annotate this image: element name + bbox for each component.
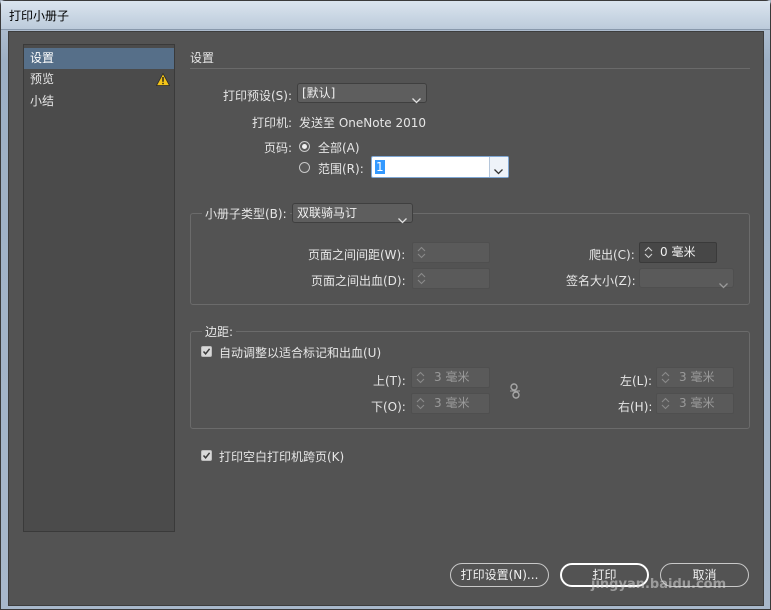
sidebar-item-setup[interactable]: 设置 <box>24 48 174 69</box>
preset-label: 打印预设(S): <box>223 89 293 103</box>
margin-bottom-label: 下(O): <box>371 400 406 414</box>
range-value: 1 <box>375 160 385 174</box>
sidebar-item-label: 预览 <box>30 72 55 86</box>
pages-label: 页码: <box>264 141 293 155</box>
preset-value: [默认] <box>302 86 336 100</box>
bleed-between-stepper[interactable] <box>412 268 490 289</box>
range-label[interactable]: 范围(R): <box>318 160 364 177</box>
space-between-label: 页面之间间距(W): <box>308 248 406 262</box>
signature-size-dropdown[interactable] <box>639 268 734 289</box>
signature-size-label: 签名大小(Z): <box>566 274 636 288</box>
auto-adjust-checkbox[interactable] <box>201 346 212 357</box>
sidebar-item-summary[interactable]: 小结 <box>24 91 174 112</box>
chevron-down-icon <box>494 164 503 178</box>
chevron-down-icon <box>398 211 407 229</box>
bleed-between-label: 页面之间出血(D): <box>311 274 406 288</box>
print-button[interactable]: 打印 <box>560 563 649 587</box>
cancel-button[interactable]: 取消 <box>660 563 749 587</box>
sidebar-item-preview[interactable]: 预览 <box>24 69 174 90</box>
margin-bottom-stepper[interactable]: 3 毫米 <box>411 393 490 414</box>
stepper-arrows-icon[interactable] <box>417 272 426 291</box>
margin-right-label: 右(H): <box>618 400 653 414</box>
chain-link-broken-icon[interactable] <box>508 383 522 402</box>
chevron-down-icon <box>412 91 421 109</box>
stepper-arrows-icon[interactable] <box>644 246 653 265</box>
margin-top-stepper[interactable]: 3 毫米 <box>411 367 490 388</box>
auto-adjust-label[interactable]: 自动调整以适合标记和出血(U) <box>219 344 381 361</box>
booklet-type-dropdown[interactable]: 双联骑马订 <box>292 203 413 224</box>
creep-stepper[interactable]: 0 毫米 <box>639 242 717 263</box>
margin-right-stepper[interactable]: 3 毫米 <box>656 393 734 414</box>
dialog-window: 打印小册子 设置 预览 小结 设置 打印预设(S): [默认] 打印机: 发送至… <box>0 0 771 610</box>
creep-value: 0 毫米 <box>660 245 696 259</box>
sidebar-item-label: 设置 <box>30 51 55 65</box>
window-title: 打印小册子 <box>9 9 70 23</box>
preset-dropdown[interactable]: [默认] <box>297 83 427 104</box>
stepper-arrows-icon[interactable] <box>661 371 670 390</box>
margin-top-label: 上(T): <box>373 374 406 388</box>
print-blank-spreads-checkbox[interactable] <box>201 450 212 461</box>
margin-right-value: 3 毫米 <box>679 396 715 410</box>
stepper-arrows-icon[interactable] <box>661 397 670 416</box>
print-setup-button[interactable]: 打印设置(N)... <box>450 563 549 587</box>
margin-left-stepper[interactable]: 3 毫米 <box>656 367 734 388</box>
chevron-down-icon <box>719 276 728 294</box>
margin-bottom-value: 3 毫米 <box>434 396 470 410</box>
creep-label: 爬出(C): <box>589 248 635 262</box>
printer-value: 发送至 OneNote 2010 <box>299 116 427 130</box>
margin-left-value: 3 毫米 <box>679 370 715 384</box>
range-radio[interactable] <box>299 162 310 173</box>
sidebar: 设置 预览 小结 <box>23 44 175 532</box>
stepper-arrows-icon[interactable] <box>416 397 425 416</box>
margin-left-label: 左(L): <box>620 374 653 388</box>
range-dropdown-button[interactable] <box>489 157 508 177</box>
space-between-stepper[interactable] <box>412 242 490 263</box>
section-divider <box>190 68 750 69</box>
all-pages-radio[interactable] <box>299 141 310 152</box>
section-title: 设置 <box>190 51 215 65</box>
dialog-body: 设置 预览 小结 设置 打印预设(S): [默认] 打印机: 发送至 OneNo… <box>8 31 764 606</box>
print-blank-spreads-label[interactable]: 打印空白打印机跨页(K) <box>219 448 344 465</box>
all-pages-label[interactable]: 全部(A) <box>318 139 360 156</box>
booklet-type-value: 双联骑马订 <box>297 206 358 220</box>
printer-label: 打印机: <box>252 116 293 130</box>
range-input[interactable]: 1 <box>371 156 509 178</box>
stepper-arrows-icon[interactable] <box>416 371 425 390</box>
booklet-type-label: 小册子类型(B): <box>202 205 290 222</box>
stepper-arrows-icon[interactable] <box>417 246 426 265</box>
warning-triangle-icon <box>155 72 171 93</box>
sidebar-item-label: 小结 <box>30 94 55 108</box>
title-bar: 打印小册子 <box>1 1 770 30</box>
margin-top-value: 3 毫米 <box>434 370 470 384</box>
margins-label: 边距: <box>202 323 237 340</box>
